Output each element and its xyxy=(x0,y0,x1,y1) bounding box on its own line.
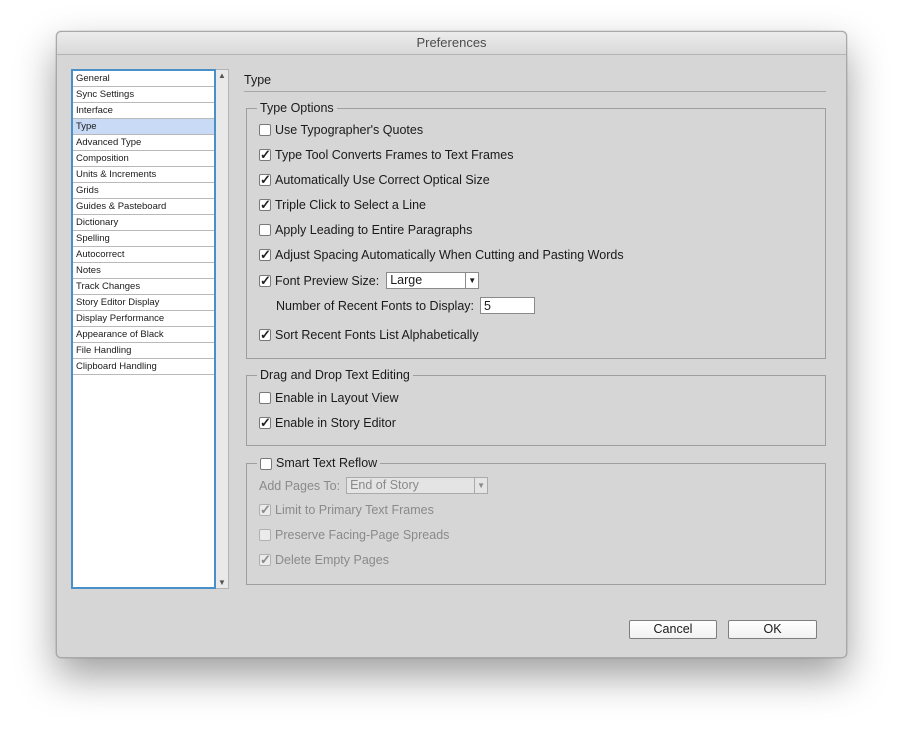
add-pages-label: Add Pages To: xyxy=(259,478,341,493)
triple-click-line-option[interactable]: Triple Click to Select a Line xyxy=(259,197,426,213)
apply-leading-label: Apply Leading to Entire Paragraphs xyxy=(275,223,473,237)
limit-primary-frames-label: Limit to Primary Text Frames xyxy=(275,503,434,517)
enable-story-editor-option[interactable]: Enable in Story Editor xyxy=(259,415,396,431)
smart-text-reflow-label: Smart Text Reflow xyxy=(276,456,378,470)
sidebar-item-display-performance[interactable]: Display Performance xyxy=(73,311,214,327)
apply-leading-checkbox[interactable] xyxy=(259,224,271,236)
smart-text-reflow-checkbox[interactable] xyxy=(260,457,272,470)
add-pages-select[interactable]: End of Story ▼ xyxy=(346,477,489,494)
delete-empty-pages-option[interactable]: Delete Empty Pages xyxy=(259,552,389,568)
add-pages-option: Add Pages To: End of Story ▼ xyxy=(259,477,489,494)
sidebar-item-file-handling[interactable]: File Handling xyxy=(73,343,214,359)
auto-optical-size-checkbox[interactable] xyxy=(259,172,271,188)
recent-fonts-count-input[interactable] xyxy=(480,297,535,314)
preserve-spreads-checkbox[interactable] xyxy=(259,529,271,541)
sidebar-scrollbar[interactable]: ▲ ▼ xyxy=(216,69,229,589)
sidebar-item-advanced-type[interactable]: Advanced Type xyxy=(73,135,214,151)
enable-story-editor-checkbox[interactable] xyxy=(259,415,271,431)
cancel-button[interactable]: Cancel xyxy=(629,620,717,639)
sidebar-item-track-changes[interactable]: Track Changes xyxy=(73,279,214,295)
font-preview-option: Font Preview Size: Large ▼ xyxy=(259,272,480,289)
preserve-spreads-option[interactable]: Preserve Facing-Page Spreads xyxy=(259,527,449,543)
enable-layout-view-checkbox[interactable] xyxy=(259,392,271,404)
font-preview-size-select[interactable]: Large ▼ xyxy=(386,272,480,289)
font-preview-size-value: Large xyxy=(390,273,423,287)
smart-text-reflow-legend[interactable]: Smart Text Reflow xyxy=(257,456,381,471)
type-options-legend: Type Options xyxy=(257,101,337,116)
sidebar-item-composition[interactable]: Composition xyxy=(73,151,214,167)
enable-layout-view-label: Enable in Layout View xyxy=(275,391,399,405)
type-tool-converts-label: Type Tool Converts Frames to Text Frames xyxy=(275,148,514,162)
sidebar-item-autocorrect[interactable]: Autocorrect xyxy=(73,247,214,263)
type-options-group: Type Options Use Typographer's Quotes Ty… xyxy=(246,101,826,359)
preserve-spreads-label: Preserve Facing-Page Spreads xyxy=(275,528,450,542)
scroll-up-arrow-icon[interactable]: ▲ xyxy=(216,71,228,80)
use-typographers-quotes-option[interactable]: Use Typographer's Quotes xyxy=(259,122,423,138)
limit-primary-frames-checkbox[interactable] xyxy=(259,502,271,518)
type-tool-converts-checkbox[interactable] xyxy=(259,147,271,163)
sidebar-item-clipboard-handling[interactable]: Clipboard Handling xyxy=(73,359,214,375)
use-typographers-quotes-label: Use Typographer's Quotes xyxy=(275,123,424,137)
drag-drop-group: Drag and Drop Text Editing Enable in Lay… xyxy=(246,368,826,446)
window-title: Preferences xyxy=(57,32,846,55)
adjust-spacing-checkbox[interactable] xyxy=(259,247,271,263)
panel-title: Type xyxy=(244,73,272,87)
scroll-down-arrow-icon[interactable]: ▼ xyxy=(216,578,228,587)
auto-optical-size-option[interactable]: Automatically Use Correct Optical Size xyxy=(259,172,490,188)
font-preview-checkbox[interactable] xyxy=(259,273,271,289)
enable-story-editor-label: Enable in Story Editor xyxy=(275,416,396,430)
recent-fonts-label: Number of Recent Fonts to Display: xyxy=(276,298,474,313)
limit-primary-frames-option[interactable]: Limit to Primary Text Frames xyxy=(259,502,434,518)
sidebar-item-story-editor-display[interactable]: Story Editor Display xyxy=(73,295,214,311)
font-preview-label: Font Preview Size: xyxy=(275,273,380,288)
panel-divider xyxy=(244,91,826,92)
sort-recent-fonts-checkbox[interactable] xyxy=(259,327,271,343)
sidebar-item-sync-settings[interactable]: Sync Settings xyxy=(73,87,214,103)
use-typographers-quotes-checkbox[interactable] xyxy=(259,124,271,136)
triple-click-line-label: Triple Click to Select a Line xyxy=(275,198,426,212)
sidebar-item-interface[interactable]: Interface xyxy=(73,103,214,119)
ok-button[interactable]: OK xyxy=(728,620,817,639)
sidebar-item-spelling[interactable]: Spelling xyxy=(73,231,214,247)
delete-empty-pages-checkbox[interactable] xyxy=(259,552,271,568)
preferences-dialog: Preferences General Sync Settings Interfac… xyxy=(56,31,847,658)
auto-optical-size-label: Automatically Use Correct Optical Size xyxy=(275,173,490,187)
adjust-spacing-option[interactable]: Adjust Spacing Automatically When Cuttin… xyxy=(259,247,624,263)
smart-text-reflow-group: Smart Text Reflow Add Pages To: End of S… xyxy=(246,456,826,585)
sort-recent-fonts-option[interactable]: Sort Recent Fonts List Alphabetically xyxy=(259,327,479,343)
recent-fonts-option: Number of Recent Fonts to Display: xyxy=(276,297,535,314)
sidebar-item-units-increments[interactable]: Units & Increments xyxy=(73,167,214,183)
preferences-category-list[interactable]: General Sync Settings Interface Type Advance… xyxy=(71,69,216,589)
type-tool-converts-option[interactable]: Type Tool Converts Frames to Text Frames xyxy=(259,147,514,163)
delete-empty-pages-label: Delete Empty Pages xyxy=(275,553,389,567)
sidebar-item-general[interactable]: General xyxy=(73,71,214,87)
sidebar-item-appearance-of-black[interactable]: Appearance of Black xyxy=(73,327,214,343)
sidebar-item-guides-pasteboard[interactable]: Guides & Pasteboard xyxy=(73,199,214,215)
sort-recent-fonts-label: Sort Recent Fonts List Alphabetically xyxy=(275,328,479,342)
sidebar-item-dictionary[interactable]: Dictionary xyxy=(73,215,214,231)
add-pages-value: End of Story xyxy=(350,478,419,492)
sidebar-item-grids[interactable]: Grids xyxy=(73,183,214,199)
apply-leading-option[interactable]: Apply Leading to Entire Paragraphs xyxy=(259,222,472,238)
triple-click-line-checkbox[interactable] xyxy=(259,197,271,213)
dropdown-arrow-icon: ▼ xyxy=(474,478,487,493)
sidebar-item-notes[interactable]: Notes xyxy=(73,263,214,279)
enable-layout-view-option[interactable]: Enable in Layout View xyxy=(259,390,398,406)
drag-drop-legend: Drag and Drop Text Editing xyxy=(257,368,413,383)
sidebar-item-type[interactable]: Type xyxy=(73,119,214,135)
adjust-spacing-label: Adjust Spacing Automatically When Cuttin… xyxy=(275,248,624,262)
dropdown-arrow-icon: ▼ xyxy=(465,273,478,288)
